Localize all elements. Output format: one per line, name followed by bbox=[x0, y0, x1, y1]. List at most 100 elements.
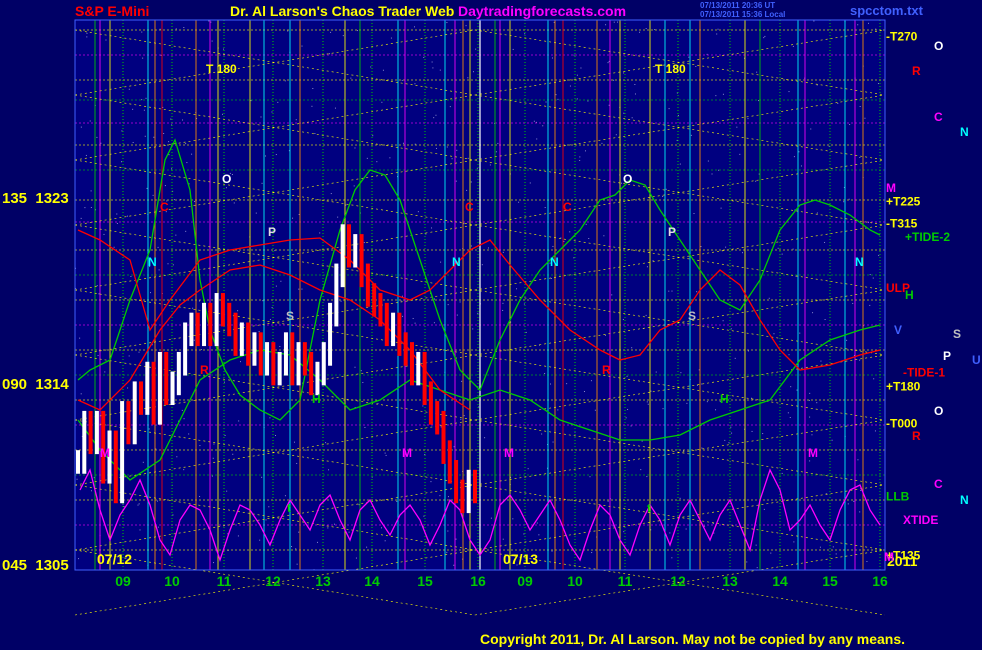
bg-dot bbox=[810, 128, 812, 130]
bg-dot bbox=[872, 277, 874, 279]
price-bar bbox=[139, 381, 144, 415]
bg-dot bbox=[631, 117, 633, 119]
x-tick-label: 12 bbox=[265, 573, 281, 589]
bg-dot bbox=[138, 351, 140, 353]
chart-letter: M bbox=[100, 446, 110, 460]
bg-dot bbox=[536, 138, 538, 140]
bg-dot bbox=[139, 529, 141, 531]
bg-dot bbox=[728, 442, 730, 444]
bg-dot bbox=[843, 201, 845, 203]
bg-dot bbox=[137, 504, 139, 506]
date-label-day1: 07/12 bbox=[97, 551, 132, 567]
bg-dot bbox=[796, 389, 798, 391]
bg-dot bbox=[527, 468, 529, 470]
bg-dot bbox=[722, 93, 724, 95]
bg-dot bbox=[625, 417, 627, 419]
bg-dot bbox=[646, 266, 648, 268]
bg-dot bbox=[330, 31, 332, 33]
bg-dot bbox=[431, 61, 433, 63]
price-bar bbox=[227, 302, 232, 337]
bg-dot bbox=[292, 217, 294, 219]
bg-dot bbox=[859, 511, 861, 513]
bg-dot bbox=[334, 107, 336, 109]
bg-dot bbox=[576, 98, 578, 100]
bg-dot bbox=[261, 476, 263, 478]
price-bar bbox=[271, 342, 276, 386]
price-bar bbox=[145, 361, 150, 415]
bg-dot bbox=[435, 114, 437, 116]
bg-dot bbox=[707, 160, 709, 162]
bg-dot bbox=[132, 108, 134, 110]
bg-dot bbox=[770, 552, 772, 554]
bg-dot bbox=[646, 401, 648, 403]
bg-dot bbox=[603, 235, 605, 237]
bg-dot bbox=[809, 392, 811, 394]
bg-dot bbox=[573, 54, 575, 56]
bg-dot bbox=[223, 381, 225, 383]
x-tick-label: 12 bbox=[670, 573, 686, 589]
bg-dot bbox=[159, 28, 161, 30]
bg-dot bbox=[284, 495, 286, 497]
chart-letter: O bbox=[222, 172, 231, 186]
bg-dot bbox=[502, 251, 504, 253]
bg-dot bbox=[128, 88, 130, 90]
bg-dot bbox=[617, 21, 619, 23]
chart-title: Dr. Al Larson's Chaos Trader Web bbox=[230, 3, 454, 19]
price-bar bbox=[328, 302, 333, 366]
bg-dot bbox=[385, 454, 387, 456]
bg-dot bbox=[857, 24, 859, 26]
level-label: +T225 bbox=[886, 195, 921, 209]
planet-marker: M bbox=[886, 181, 896, 195]
bg-dot bbox=[90, 206, 92, 208]
chart-letter: S bbox=[688, 309, 696, 323]
bg-dot bbox=[544, 207, 546, 209]
price-bar bbox=[365, 263, 370, 307]
bg-dot bbox=[173, 199, 175, 201]
bg-dot bbox=[423, 56, 425, 58]
bg-dot bbox=[717, 28, 719, 30]
bg-dot bbox=[693, 213, 695, 215]
bg-dot bbox=[275, 434, 276, 436]
bg-dot bbox=[668, 108, 670, 110]
bg-dot bbox=[175, 234, 177, 236]
bg-dot bbox=[183, 27, 185, 29]
price-bar bbox=[113, 430, 118, 504]
price-bar bbox=[391, 312, 396, 347]
bg-dot bbox=[425, 233, 427, 235]
bg-dot bbox=[465, 25, 467, 27]
bg-dot bbox=[142, 461, 144, 463]
bg-dot bbox=[168, 154, 170, 156]
bg-dot bbox=[686, 402, 688, 404]
bg-dot bbox=[573, 257, 575, 259]
bg-dot bbox=[199, 496, 201, 498]
bg-dot bbox=[557, 409, 559, 411]
chart-letter: P bbox=[268, 225, 276, 239]
bg-dot bbox=[690, 134, 692, 136]
bg-dot bbox=[366, 546, 368, 548]
chart-letter: C bbox=[465, 200, 474, 214]
bg-dot bbox=[730, 426, 732, 428]
price-bar bbox=[290, 332, 295, 386]
price-bar bbox=[202, 302, 207, 347]
bg-dot bbox=[502, 309, 504, 311]
chart-letter: M bbox=[504, 446, 514, 460]
bg-dot bbox=[423, 515, 425, 517]
bg-dot bbox=[831, 439, 833, 441]
bg-dot bbox=[550, 383, 552, 385]
bg-dot bbox=[552, 245, 554, 247]
bg-dot bbox=[864, 117, 866, 119]
price-bar bbox=[189, 312, 194, 347]
bg-dot bbox=[86, 36, 88, 38]
bg-dot bbox=[718, 169, 720, 171]
bg-dot bbox=[541, 433, 543, 435]
bg-dot bbox=[192, 307, 194, 309]
bg-dot bbox=[646, 476, 648, 478]
x-tick-label: 15 bbox=[417, 573, 433, 589]
bg-dot bbox=[798, 151, 800, 153]
price-bar bbox=[340, 224, 345, 288]
price-bar bbox=[353, 234, 358, 268]
bg-dot bbox=[414, 83, 416, 85]
bg-dot bbox=[583, 391, 585, 393]
bg-dot bbox=[747, 118, 749, 120]
bg-dot bbox=[447, 496, 449, 498]
